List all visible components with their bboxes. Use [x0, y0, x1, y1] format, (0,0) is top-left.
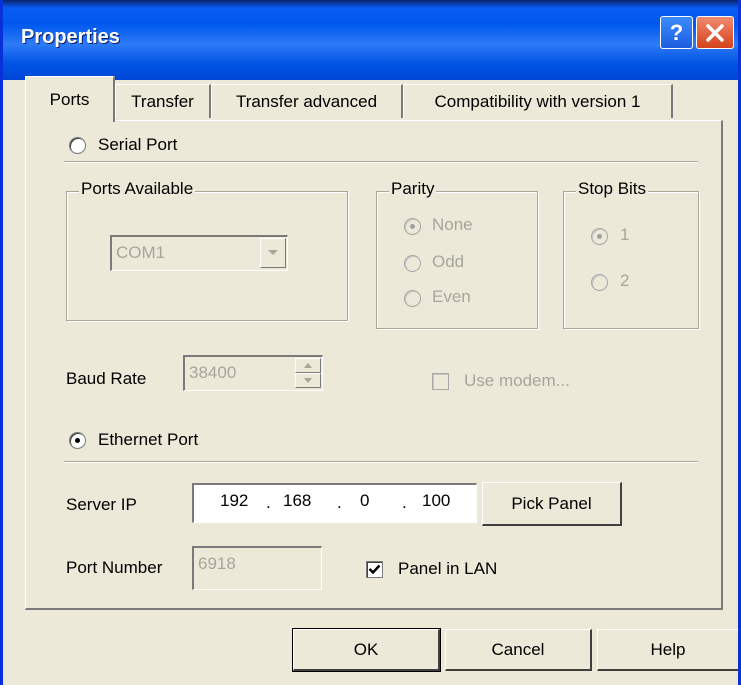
ports-tab-panel: Serial Port Ports Available COM1 Parity … — [25, 120, 723, 610]
parity-none-radio[interactable] — [404, 218, 421, 235]
close-icon — [706, 23, 724, 42]
properties-dialog: Properties ? Ports Transfer Transfer adv… — [0, 0, 741, 685]
stopbits-2-radio[interactable] — [591, 274, 608, 291]
parity-group: Parity None Odd Even — [376, 179, 538, 329]
baud-rate-spinner[interactable]: 38400 — [183, 355, 323, 391]
tab-transfer[interactable]: Transfer — [115, 84, 211, 118]
checkmark-icon — [368, 564, 381, 575]
help-label: Help — [650, 639, 686, 659]
close-button[interactable] — [696, 16, 734, 49]
tab-label: Transfer advanced — [235, 91, 378, 111]
parity-odd-label: Odd — [432, 252, 465, 271]
server-ip-input[interactable]: 192 . 168 . 0 . 100 — [192, 483, 477, 523]
use-modem-checkbox[interactable] — [432, 373, 449, 390]
baud-spin-up-button[interactable] — [295, 358, 321, 373]
cancel-label: Cancel — [491, 639, 545, 659]
port-number-value: 6918 — [198, 554, 236, 573]
window-title: Properties — [21, 26, 120, 48]
help-title-button[interactable]: ? — [660, 16, 693, 49]
stopbits-2-label: 2 — [620, 271, 630, 290]
tab-transfer-advanced[interactable]: Transfer advanced — [211, 84, 403, 118]
parity-even-label: Even — [432, 287, 471, 306]
ip-dot: . — [337, 493, 342, 512]
tab-ports[interactable]: Ports — [25, 76, 115, 122]
ip-octet-1[interactable]: 192 — [220, 491, 248, 511]
help-icon: ? — [669, 19, 684, 45]
port-select-dropdown-button[interactable] — [260, 238, 286, 268]
chevron-down-icon — [268, 250, 278, 255]
ports-available-group: Ports Available COM1 — [66, 179, 348, 321]
spin-down-icon — [304, 378, 312, 383]
port-number-input[interactable]: 6918 — [192, 546, 322, 590]
ip-octet-2[interactable]: 168 — [283, 491, 311, 511]
ip-dot: . — [266, 493, 271, 512]
ethernet-port-radio[interactable] — [69, 432, 86, 449]
stop-bits-title: Stop Bits — [576, 179, 649, 199]
panel-in-lan-label: Panel in LAN — [398, 559, 498, 578]
serial-separator — [64, 161, 698, 163]
parity-odd-radio[interactable] — [404, 255, 421, 272]
server-ip-label: Server IP — [66, 495, 137, 514]
serial-port-label: Serial Port — [98, 135, 178, 154]
title-bar: Properties ? — [3, 0, 738, 80]
panel-in-lan-checkbox[interactable] — [366, 561, 383, 578]
use-modem-label: Use modem... — [464, 371, 570, 390]
pick-panel-button[interactable]: Pick Panel — [482, 482, 622, 526]
stopbits-1-radio[interactable] — [591, 228, 608, 245]
ok-label: OK — [353, 639, 379, 659]
port-select-value: COM1 — [116, 243, 166, 262]
ok-button[interactable]: OK — [292, 628, 441, 672]
parity-none-label: None — [432, 215, 473, 234]
ip-octet-4[interactable]: 100 — [422, 491, 450, 511]
ethernet-port-label: Ethernet Port — [98, 430, 199, 449]
ip-dot: . — [402, 493, 407, 512]
port-number-label: Port Number — [66, 558, 163, 577]
ip-octet-3[interactable]: 0 — [360, 491, 369, 511]
pick-panel-label: Pick Panel — [511, 493, 592, 513]
tab-label: Compatibility with version 1 — [434, 91, 641, 111]
tab-compatibility[interactable]: Compatibility with version 1 — [403, 84, 673, 118]
ethernet-separator — [64, 461, 698, 463]
cancel-button[interactable]: Cancel — [445, 629, 592, 671]
baud-spin-down-button[interactable] — [295, 373, 321, 388]
stop-bits-group: Stop Bits 1 2 — [563, 179, 699, 329]
spin-up-icon — [304, 363, 312, 368]
tab-label: Transfer — [131, 91, 194, 111]
stopbits-1-label: 1 — [620, 225, 630, 244]
parity-title: Parity — [389, 179, 437, 199]
baud-rate-value: 38400 — [189, 363, 237, 382]
help-button[interactable]: Help — [597, 629, 738, 671]
port-select[interactable]: COM1 — [110, 235, 288, 271]
baud-rate-label: Baud Rate — [66, 369, 147, 388]
parity-even-radio[interactable] — [404, 290, 421, 307]
tab-label: Ports — [49, 89, 90, 109]
ports-available-title: Ports Available — [79, 179, 196, 199]
serial-port-radio[interactable] — [69, 137, 86, 154]
tab-strip: Ports Transfer Transfer advanced Compati… — [25, 76, 725, 122]
